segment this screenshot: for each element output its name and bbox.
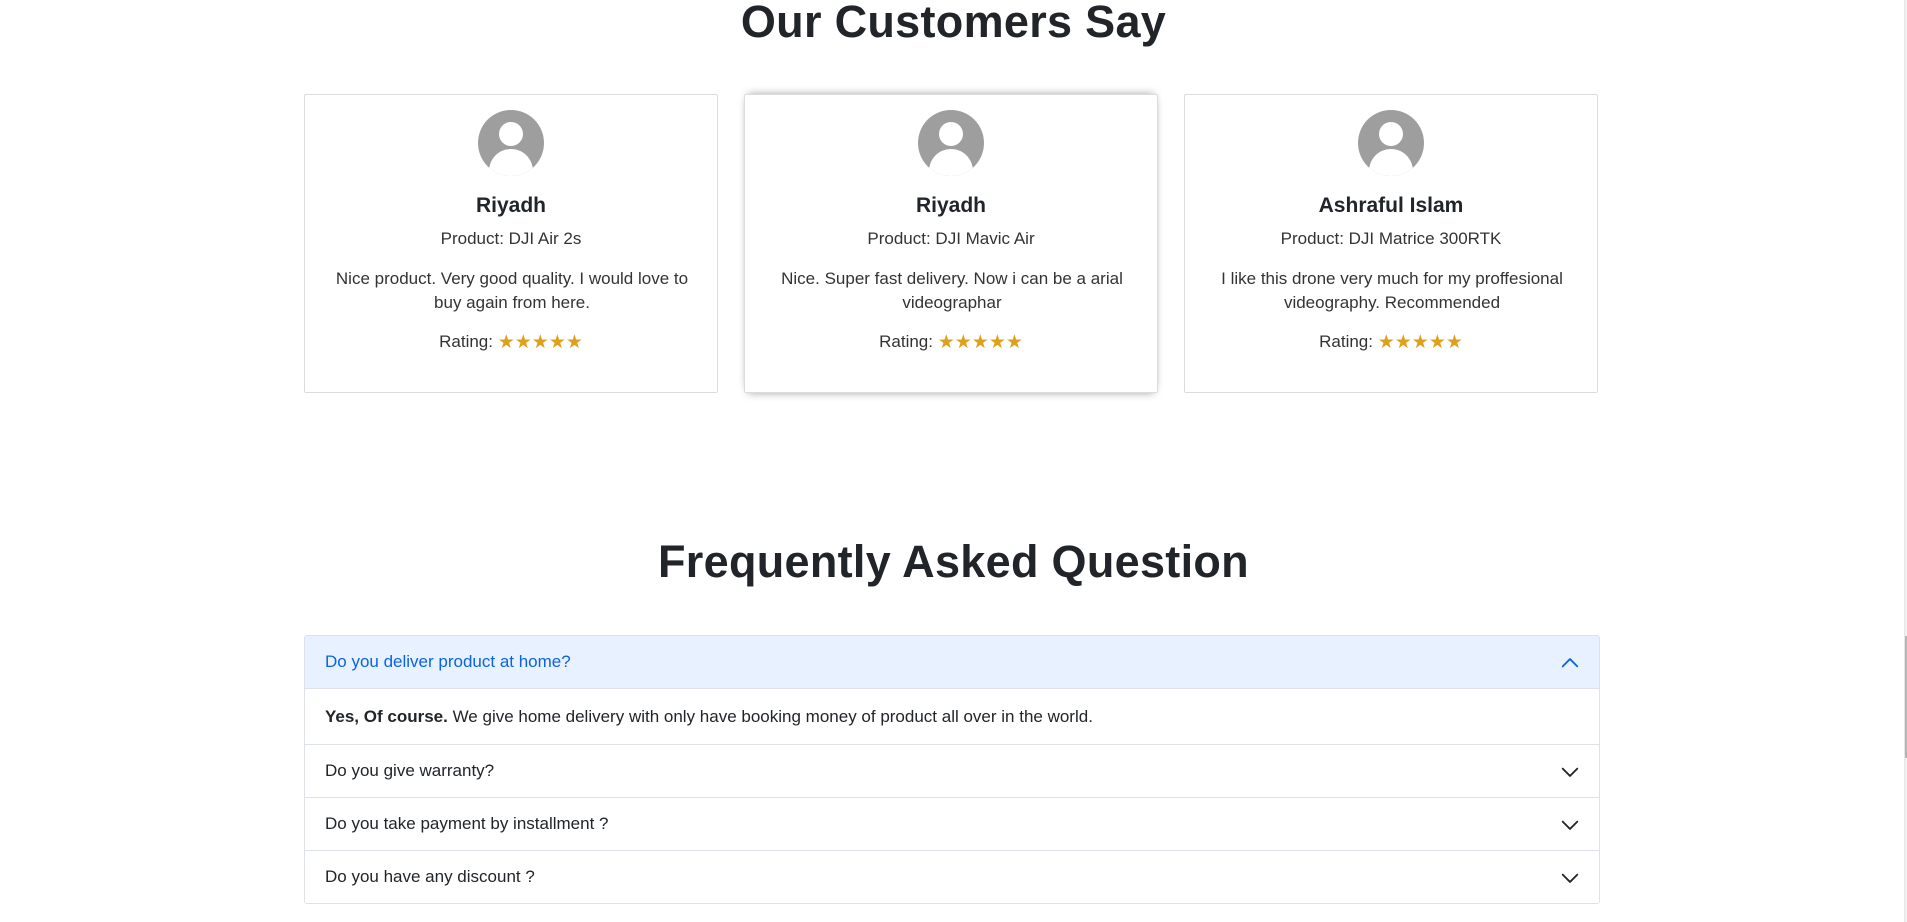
faq-answer-text: We give home delivery with only have boo… <box>447 707 1093 726</box>
faq-question-button[interactable]: Do you deliver product at home? <box>305 636 1599 689</box>
faq-question-button[interactable]: Do you give warranty? <box>305 745 1599 797</box>
review-card: Ashraful Islam Product: DJI Matrice 300R… <box>1184 94 1598 393</box>
chevron-down-icon <box>1561 820 1579 830</box>
faq-question-button[interactable]: Do you take payment by installment ? <box>305 798 1599 850</box>
faq-item: Do you take payment by installment ? <box>305 798 1599 851</box>
faq-question-button[interactable]: Do you have any discount ? <box>305 851 1599 903</box>
faq-item: Do you give warranty? <box>305 745 1599 798</box>
review-product: Product: DJI Matrice 300RTK <box>1280 229 1502 248</box>
faq-question-text: Do you take payment by installment ? <box>325 814 609 833</box>
review-rating: Rating: ★★★★★ <box>745 331 1157 354</box>
user-avatar-icon <box>478 110 544 176</box>
reviewer-name: Ashraful Islam <box>1318 194 1464 217</box>
review-card: Riyadh Product: DJI Mavic Air Nice. Supe… <box>744 94 1158 393</box>
user-avatar-icon <box>1358 110 1424 176</box>
reviewer-name: Riyadh <box>915 194 986 217</box>
star-icon: ★★★★★ <box>497 332 583 353</box>
review-comment: Nice. Super fast delivery. Now i can be … <box>781 269 1123 312</box>
faq-question-text: Do you have any discount ? <box>325 867 535 886</box>
chevron-up-icon <box>1561 658 1579 668</box>
customers-section-title: Our Customers Say <box>740 0 1167 47</box>
chevron-down-icon <box>1561 767 1579 777</box>
chevron-down-icon <box>1561 873 1579 883</box>
review-rating: Rating: ★★★★★ <box>305 331 717 354</box>
review-product: Product: DJI Mavic Air <box>867 229 1035 248</box>
faq-item: Do you have any discount ? <box>305 851 1599 903</box>
review-card: Riyadh Product: DJI Air 2s Nice product.… <box>304 94 718 393</box>
user-avatar-icon <box>918 110 984 176</box>
review-rating: Rating: ★★★★★ <box>1185 331 1597 354</box>
reviewer-name: Riyadh <box>475 194 546 217</box>
review-comment: Nice product. Very good quality. I would… <box>335 269 689 312</box>
faq-accordion: Do you deliver product at home? Yes, Of … <box>304 635 1600 904</box>
reviews-row: Riyadh Product: DJI Air 2s Nice product.… <box>304 94 1600 395</box>
review-comment: I like this drone very much for my proff… <box>1221 269 1563 312</box>
rating-label: Rating: <box>879 332 933 351</box>
faq-section-title: Frequently Asked Question <box>658 536 1249 587</box>
star-icon: ★★★★★ <box>1377 332 1463 353</box>
faq-answer: Yes, Of course. We give home delivery wi… <box>305 689 1599 744</box>
faq-question-text: Do you deliver product at home? <box>325 652 571 671</box>
page: Our Customers Say Riyadh Product: DJI Ai… <box>0 0 1907 922</box>
review-product: Product: DJI Air 2s <box>440 229 582 248</box>
faq-question-text: Do you give warranty? <box>325 761 495 780</box>
rating-label: Rating: <box>1319 332 1373 351</box>
faq-item: Do you deliver product at home? Yes, Of … <box>305 636 1599 745</box>
faq-answer-bold: Yes, Of course. <box>325 707 448 726</box>
star-icon: ★★★★★ <box>937 332 1023 353</box>
rating-label: Rating: <box>439 332 493 351</box>
